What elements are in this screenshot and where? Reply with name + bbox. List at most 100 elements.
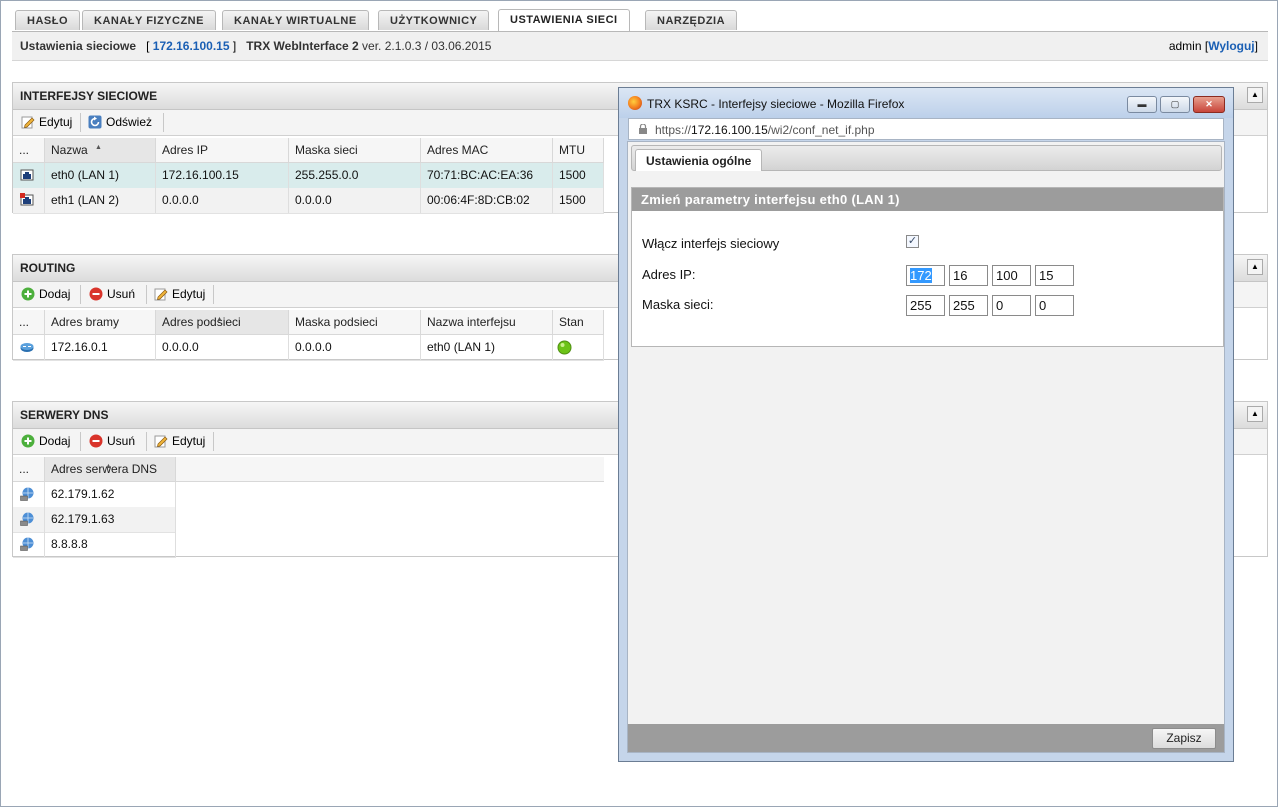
tab-uzytkownicy[interactable]: UŻYTKOWNICY [378, 10, 490, 30]
remove-button[interactable]: Usuń [85, 431, 135, 451]
username: admin [1168, 39, 1202, 53]
minimize-button[interactable]: ▬ [1127, 96, 1157, 113]
url-text: https://172.16.100.15/wi2/conf_net_if.ph… [655, 123, 875, 137]
edit-label: Edytuj [172, 434, 206, 448]
edit-button[interactable]: Edytuj [150, 431, 205, 451]
dns-server-icon [20, 537, 34, 551]
refresh-button[interactable]: Odśwież [84, 112, 152, 132]
cell-mtu: 1500 [553, 188, 604, 213]
cell-mtu: 1500 [553, 163, 604, 188]
close-button[interactable]: ✕ [1193, 96, 1225, 113]
sort-caret-icon: ▲ [95, 144, 102, 151]
edit-label: Edytuj [172, 287, 206, 301]
status-ok-icon [557, 340, 572, 355]
col-menu[interactable]: ... [13, 457, 45, 481]
add-button[interactable]: Dodaj [17, 431, 70, 451]
cell-adres-ip: 0.0.0.0 [156, 188, 289, 213]
popup-tabs: Ustawienia ogólne [631, 145, 1222, 171]
toolbar-separator [213, 285, 214, 304]
maximize-icon: ▢ [1170, 99, 1180, 109]
toolbar-separator [80, 285, 81, 304]
mask-octet-2-input[interactable]: 255 [949, 295, 988, 316]
dns-title: SERWERY DNS [20, 408, 109, 422]
mask-octet-3-input[interactable]: 0 [992, 295, 1031, 316]
col-nazwa[interactable]: ▲ Nazwa [45, 138, 156, 162]
edit-button[interactable]: Edytuj [150, 284, 205, 304]
popup-titlebar[interactable]: TRX KSRC - Interfejsy sieciowe - Mozilla… [619, 88, 1233, 118]
col-stan[interactable]: Stan [553, 310, 604, 334]
col-nazwa-interfejsu[interactable]: Nazwa interfejsu [421, 310, 553, 334]
tab-narzedzia[interactable]: NARZĘDZIA [645, 10, 738, 30]
table-row[interactable]: eth1 (LAN 2) 0.0.0.0 0.0.0.0 00:06:4F:8D… [13, 188, 604, 214]
table-header: ... ▲ Adres serwera DNS [13, 457, 604, 482]
remove-label: Usuń [107, 287, 136, 301]
col-menu[interactable]: ... [13, 310, 45, 334]
ip-octet-2-input[interactable]: 16 [949, 265, 988, 286]
collapse-icon[interactable]: ▲ [1247, 259, 1263, 275]
cell-maska: 0.0.0.0 [289, 188, 421, 213]
ip-octet-3-input[interactable]: 100 [992, 265, 1031, 286]
row-icon-cell [13, 532, 45, 557]
tab-kanaly-fizyczne[interactable]: KANAŁY FIZYCZNE [82, 10, 216, 30]
close-icon: ✕ [1205, 99, 1213, 109]
ip-octet-1-value: 172 [910, 268, 932, 283]
col-menu[interactable]: ... [13, 138, 45, 162]
tab-ustawienia-ogolne[interactable]: Ustawienia ogólne [635, 149, 763, 171]
col-adres-mac[interactable]: Adres MAC [421, 138, 553, 162]
pencil-icon [154, 288, 168, 301]
device-ip: 172.16.100.15 [152, 39, 230, 53]
routing-title: ROUTING [20, 261, 76, 275]
collapse-icon[interactable]: ▲ [1247, 87, 1263, 103]
pencil-icon [21, 116, 35, 129]
network-card-disconnected-icon [20, 193, 34, 206]
popup-title: TRX KSRC - Interfejsy sieciowe - Mozilla… [647, 97, 905, 111]
col-maska-sieci[interactable]: Maska sieci [289, 138, 421, 162]
col-mtu[interactable]: MTU [553, 138, 604, 162]
ip-octet-4-input[interactable]: 15 [1035, 265, 1074, 286]
interfaces-title: INTERFEJSY SIECIOWE [20, 89, 158, 103]
product-version: ver. 2.1.0.3 / 03.06.2015 [362, 39, 492, 53]
table-row[interactable]: eth0 (LAN 1) 172.16.100.15 255.255.0.0 7… [13, 163, 604, 189]
logout-link[interactable]: Wyloguj [1208, 39, 1254, 53]
mask-octet-1-input[interactable]: 255 [906, 295, 945, 316]
table-row[interactable]: 62.179.1.63 [13, 507, 176, 533]
add-label: Dodaj [39, 287, 71, 301]
url-bar[interactable]: https://172.16.100.15/wi2/conf_net_if.ph… [628, 118, 1224, 140]
maximize-button[interactable]: ▢ [1160, 96, 1190, 113]
remove-label: Usuń [107, 434, 136, 448]
tab-haslo[interactable]: HASŁO [15, 10, 80, 30]
tab-ustawienia-sieci[interactable]: USTAWIENIA SIECI [498, 9, 630, 31]
popup-window: TRX KSRC - Interfejsy sieciowe - Mozilla… [618, 87, 1234, 762]
col-maska-podsieci[interactable]: Maska podsieci [289, 310, 421, 334]
ip-octet-1-input[interactable]: 172 [906, 265, 945, 286]
table-row[interactable]: 172.16.0.1 0.0.0.0 0.0.0.0 eth0 (LAN 1) [13, 335, 604, 361]
col-adres-bramy[interactable]: Adres bramy [45, 310, 156, 334]
cell-dns: 62.179.1.62 [45, 482, 176, 507]
interface-form: Zmień parametry interfejsu eth0 (LAN 1) … [631, 187, 1224, 347]
enable-label: Włącz interfejs sieciowy [642, 236, 780, 251]
plus-icon [21, 287, 35, 301]
cell-nazwa: eth0 (LAN 1) [45, 163, 156, 188]
bracket-open: [ [146, 39, 150, 53]
edit-button[interactable]: Edytuj [17, 112, 72, 132]
col-adres-podsieci[interactable]: ▲ Adres podsieci [156, 310, 289, 334]
col-adres-ip[interactable]: Adres IP [156, 138, 289, 162]
col-adres-podsieci-label: Adres podsieci [162, 315, 241, 329]
remove-button[interactable]: Usuń [85, 284, 135, 304]
col-adres-serwera-dns[interactable]: ▲ Adres serwera DNS [45, 457, 176, 481]
table-row[interactable]: 62.179.1.62 [13, 482, 176, 508]
enable-checkbox[interactable]: ✓ [906, 235, 919, 248]
collapse-icon[interactable]: ▲ [1247, 406, 1263, 422]
cell-maska: 255.255.0.0 [289, 163, 421, 188]
cell-nazwa-interfejsu: eth0 (LAN 1) [421, 335, 553, 360]
table-row[interactable]: 8.8.8.8 [13, 532, 176, 558]
mask-octet-4-input[interactable]: 0 [1035, 295, 1074, 316]
tab-kanaly-wirtualne[interactable]: KANAŁY WIRTUALNE [222, 10, 369, 30]
add-button[interactable]: Dodaj [17, 284, 70, 304]
toolbar-separator [80, 432, 81, 451]
bracket-close: ] [232, 39, 237, 53]
toolbar-separator [146, 432, 147, 451]
browser-page: HASŁO KANAŁY FIZYCZNE KANAŁY WIRTUALNE U… [0, 0, 1278, 807]
save-button[interactable]: Zapisz [1152, 728, 1216, 749]
minus-icon [89, 434, 103, 448]
